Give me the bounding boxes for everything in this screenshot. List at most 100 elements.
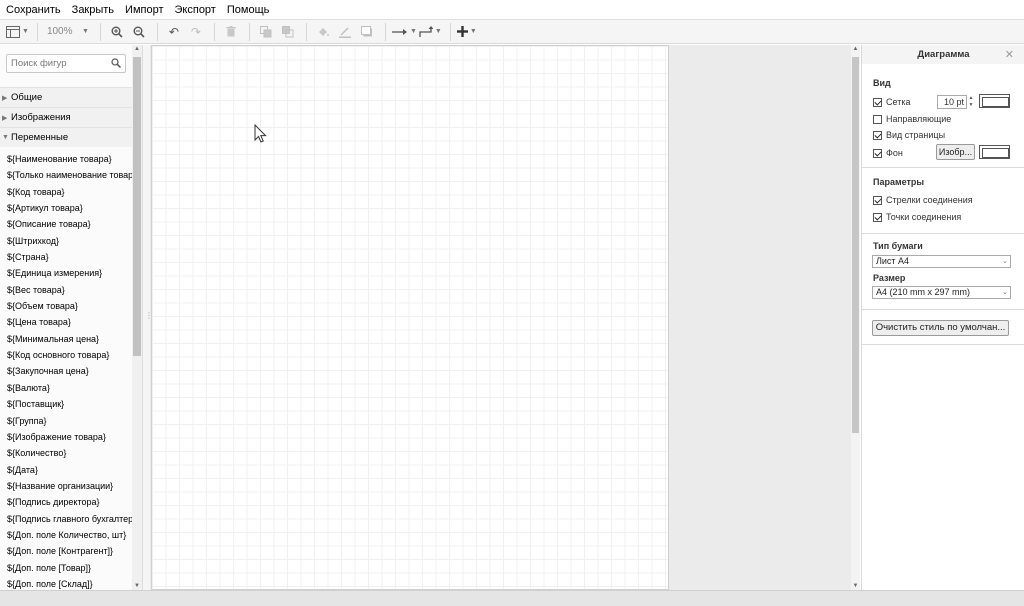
list-item[interactable]: ${Доп. поле [Контрагент]}: [0, 543, 132, 559]
list-item[interactable]: ${Наименование товара}: [0, 151, 132, 167]
scroll-down-icon[interactable]: ▼: [132, 583, 142, 589]
grid-size-input[interactable]: 10 pt: [937, 95, 967, 109]
connection-icon[interactable]: ▼: [391, 22, 417, 42]
insert-icon[interactable]: ▼: [456, 22, 477, 42]
list-item[interactable]: ${Код основного товара}: [0, 347, 132, 363]
list-item[interactable]: ${Код товара}: [0, 184, 132, 200]
toolbar-divider: [449, 22, 451, 41]
list-item[interactable]: ${Только наименование товара}: [0, 167, 132, 183]
list-item[interactable]: ${Единица измерения}: [0, 265, 132, 281]
list-item[interactable]: ${Объем товара}: [0, 298, 132, 314]
panel-divider: [862, 344, 1024, 345]
scroll-up-icon[interactable]: ▲: [132, 46, 142, 52]
section-label: Изображения: [11, 112, 71, 123]
list-item[interactable]: ${Закупочная цена}: [0, 363, 132, 379]
diagram-canvas[interactable]: [150, 45, 851, 590]
waypoints-icon[interactable]: ▼: [419, 22, 442, 42]
reset-style-button[interactable]: Очистить стиль по умолчан...: [872, 320, 1009, 336]
connection-points-checkbox[interactable]: [873, 212, 882, 222]
delete-icon[interactable]: [221, 22, 241, 42]
connection-arrows-label: Стрелки соединения: [886, 195, 973, 205]
grid-checkbox[interactable]: [873, 97, 882, 107]
menu-close[interactable]: Закрыть: [72, 4, 114, 16]
fill-color-icon[interactable]: [313, 22, 333, 42]
list-item[interactable]: ${Доп. поле [Товар]}: [0, 560, 132, 576]
scroll-up-icon[interactable]: ▲: [851, 46, 860, 52]
list-item[interactable]: ${Подпись директора}: [0, 494, 132, 510]
undo-icon[interactable]: ↶: [164, 22, 184, 42]
scrollbar-thumb[interactable]: [133, 57, 141, 356]
chevron-down-icon: ▼: [409, 28, 417, 35]
list-item[interactable]: ${Страна}: [0, 249, 132, 265]
paper-type-select[interactable]: Лист А4 ⌄: [872, 255, 1011, 268]
background-checkbox-row[interactable]: Фон: [873, 146, 903, 160]
grid-color-swatch[interactable]: [979, 94, 1010, 108]
connection-arrows-row[interactable]: Стрелки соединения: [873, 193, 973, 207]
guides-checkbox-row[interactable]: Направляющие: [873, 112, 951, 126]
section-images[interactable]: ▶ Изображения: [0, 107, 132, 127]
grid-checkbox-row[interactable]: Сетка: [873, 95, 910, 109]
close-icon[interactable]: ✕: [1005, 48, 1014, 61]
zoom-out-icon[interactable]: [129, 22, 149, 42]
menu-export[interactable]: Экспорт: [175, 4, 216, 16]
list-item[interactable]: ${Минимальная цена}: [0, 331, 132, 347]
shadow-icon[interactable]: [357, 22, 377, 42]
search-icon[interactable]: [111, 58, 122, 69]
list-item[interactable]: ${Вес товара}: [0, 282, 132, 298]
list-item[interactable]: ${Дата}: [0, 462, 132, 478]
paper-size-value: A4 (210 mm x 297 mm): [876, 287, 971, 297]
list-item[interactable]: ${Название организации}: [0, 478, 132, 494]
connection-arrows-checkbox[interactable]: [873, 195, 882, 205]
page-view-label: Вид страницы: [886, 130, 946, 140]
redo-icon[interactable]: ↷: [186, 22, 206, 42]
menu-save[interactable]: Сохранить: [6, 4, 61, 16]
search-input[interactable]: [7, 55, 107, 72]
background-color-swatch[interactable]: [979, 145, 1010, 159]
background-label: Фон: [886, 148, 903, 158]
connection-points-row[interactable]: Точки соединения: [873, 210, 961, 224]
guides-checkbox[interactable]: [873, 114, 882, 124]
list-item[interactable]: ${Описание товара}: [0, 216, 132, 232]
scrollbar-thumb[interactable]: [852, 57, 859, 433]
sidebar-resize-handle[interactable]: ⋮: [143, 45, 153, 590]
sidebar-scrollbar[interactable]: ▲ ▼: [132, 45, 142, 590]
list-item[interactable]: ${Группа}: [0, 413, 132, 429]
background-checkbox[interactable]: [873, 148, 882, 158]
options-section-title: Параметры: [873, 177, 925, 187]
list-item[interactable]: ${Изображение товара}: [0, 429, 132, 445]
list-item[interactable]: ${Количество}: [0, 445, 132, 461]
page-view-checkbox-row[interactable]: Вид страницы: [873, 128, 945, 142]
chevron-down-icon: ▼: [469, 28, 477, 35]
spinner-up-icon[interactable]: ▲: [967, 95, 975, 102]
section-variables[interactable]: ▼ Переменные: [0, 127, 132, 147]
list-item[interactable]: ${Поставщик}: [0, 396, 132, 412]
grid-size-spinner[interactable]: ▲ ▼: [967, 95, 975, 109]
zoom-level: 100%: [46, 26, 73, 37]
canvas-scrollbar[interactable]: ▲ ▼: [851, 45, 860, 590]
menu-help[interactable]: Помощь: [227, 4, 270, 16]
list-item[interactable]: ${Доп. поле [Склад]}: [0, 576, 132, 590]
to-front-icon[interactable]: [256, 22, 276, 42]
background-image-button[interactable]: Изобр...: [936, 144, 975, 160]
list-item[interactable]: ${Доп. поле Количество, шт}: [0, 527, 132, 543]
panel-divider: [862, 167, 1024, 168]
spinner-down-icon[interactable]: ▼: [967, 102, 975, 109]
to-back-icon[interactable]: [278, 22, 298, 42]
menu-import[interactable]: Импорт: [125, 4, 163, 16]
list-item[interactable]: ${Цена товара}: [0, 314, 132, 330]
scroll-down-icon[interactable]: ▼: [851, 583, 860, 589]
zoom-select[interactable]: 100% ▼: [44, 22, 92, 42]
section-general[interactable]: ▶ Общие: [0, 87, 132, 107]
zoom-in-icon[interactable]: [107, 22, 127, 42]
diagram-page[interactable]: [151, 45, 669, 590]
list-item[interactable]: ${Артикул товара}: [0, 200, 132, 216]
page-view-checkbox[interactable]: [873, 130, 882, 140]
chevron-down-icon: ▼: [82, 28, 89, 35]
layout-icon[interactable]: ▼: [6, 22, 29, 42]
list-item[interactable]: ${Штрихкод}: [0, 233, 132, 249]
list-item[interactable]: ${Подпись главного бухгалтера}: [0, 511, 132, 527]
list-item[interactable]: ${Валюта}: [0, 380, 132, 396]
paper-size-select[interactable]: A4 (210 mm x 297 mm) ⌄: [872, 286, 1011, 299]
toolbar-divider: [156, 22, 158, 41]
line-color-icon[interactable]: [335, 22, 355, 42]
